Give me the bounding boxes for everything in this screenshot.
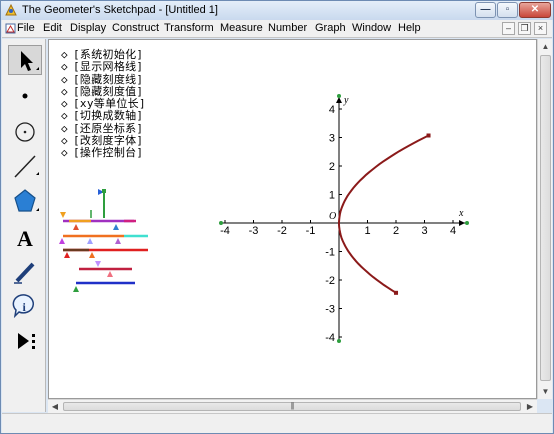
menu-window[interactable]: Window	[352, 22, 391, 34]
scroll-up-icon[interactable]: ▲	[539, 39, 552, 54]
point-tool[interactable]	[8, 81, 42, 111]
document-minimize-button[interactable]: –	[502, 22, 515, 35]
play-custom-icon	[18, 333, 35, 349]
parabola-curve[interactable]	[338, 134, 429, 294]
y-tick-label: -1	[325, 247, 335, 259]
text-tool[interactable]: A	[8, 222, 42, 252]
marker-tool[interactable]	[8, 257, 42, 287]
document-icon[interactable]	[5, 23, 16, 34]
info-icon: i	[12, 294, 34, 319]
vertical-scroll-thumb[interactable]	[540, 55, 551, 381]
menu-measure[interactable]: Measure	[220, 22, 263, 34]
menu-bar: File Edit Display Construct Transform Me…	[2, 20, 552, 38]
x-tick-label: -3	[249, 225, 259, 237]
sketchpad-app-icon	[5, 4, 17, 16]
window-title: The Geometer's Sketchpad - [Untitled 1]	[22, 4, 218, 16]
minimize-icon: —	[480, 4, 491, 15]
straightedge-tool[interactable]	[8, 151, 42, 181]
x-axis-arrow-icon	[459, 220, 465, 226]
title-bar[interactable]: The Geometer's Sketchpad - [Untitled 1] …	[1, 1, 553, 20]
y-tick-label: 4	[329, 104, 335, 116]
grip-icon: |||	[290, 401, 294, 410]
y-tick-label: 3	[329, 133, 335, 145]
curve-layer[interactable]	[338, 133, 431, 295]
y-tick-label: 2	[329, 161, 335, 173]
y-tick-label: 1	[329, 190, 335, 202]
coordinate-axes[interactable]: -4 -3 -2 -1 1 2 3 4 4 3 2 1 -1 -2 -3 -4 x y O	[219, 94, 469, 344]
polygon-icon	[14, 189, 39, 212]
x-tick-label: -4	[220, 225, 230, 237]
pen-icon	[14, 262, 35, 284]
point-icon	[22, 93, 28, 99]
scroll-down-icon[interactable]: ▼	[539, 384, 552, 399]
polygon-tool[interactable]	[8, 186, 42, 216]
x-tick-label: -2	[277, 225, 287, 237]
maximize-icon: ▫	[505, 4, 510, 15]
y-tick-label: -4	[325, 332, 335, 344]
svg-text:A: A	[17, 226, 33, 251]
scroll-right-icon[interactable]: ▶	[523, 400, 537, 413]
curve-end-point[interactable]	[394, 290, 399, 295]
document-restore-button[interactable]: ❐	[518, 22, 531, 35]
scroll-left-icon[interactable]: ◀	[48, 400, 62, 413]
selection-arrow-tool[interactable]	[8, 45, 42, 75]
x-axis-label: x	[458, 208, 464, 219]
horizontal-scrollbar[interactable]: ◀ ||| ▶	[48, 399, 537, 413]
compass-tool[interactable]	[8, 117, 42, 147]
close-button[interactable]: ✕	[519, 2, 551, 18]
horizontal-scroll-thumb[interactable]: |||	[63, 401, 521, 411]
x-tick-label: 2	[393, 225, 399, 237]
x-tick-label: 4	[450, 225, 456, 237]
sketch-drawing: -4 -3 -2 -1 1 2 3 4 4 3 2 1 -1 -2 -3 -4 x y O	[59, 94, 469, 344]
x-tick-label: 3	[421, 225, 427, 237]
close-icon: ✕	[530, 4, 540, 15]
circle-icon	[15, 122, 35, 142]
x-tick-label: -1	[306, 225, 316, 237]
arrow-icon	[21, 51, 39, 71]
y-axis-top-point[interactable]	[337, 94, 341, 98]
custom-tool[interactable]	[8, 326, 42, 356]
text-a-icon: A	[17, 226, 33, 251]
menu-number[interactable]: Number	[268, 22, 307, 34]
menu-construct[interactable]: Construct	[112, 22, 159, 34]
x-tick-label: 1	[364, 225, 370, 237]
maximize-button[interactable]: ▫	[497, 2, 518, 18]
y-tick-label: -2	[325, 275, 335, 287]
x-axis-right-point[interactable]	[465, 221, 469, 225]
information-tool[interactable]: i	[8, 291, 42, 321]
y-axis-label: y	[343, 95, 349, 106]
status-bar	[2, 413, 552, 433]
sketch-canvas[interactable]: ◇ [系统初始化] ◇ [显示网格线] ◇ [隐藏刻度线] ◇ [隐藏刻度值] ◇ [xy…	[48, 39, 537, 399]
vertical-scrollbar[interactable]: ▲ ▼	[537, 39, 552, 399]
app-window: The Geometer's Sketchpad - [Untitled 1] …	[0, 0, 554, 434]
y-tick-label: -3	[325, 304, 335, 316]
origin-label: O	[329, 211, 336, 222]
menu-edit[interactable]: Edit	[43, 22, 62, 34]
menu-transform[interactable]: Transform	[164, 22, 214, 34]
menu-graph[interactable]: Graph	[315, 22, 346, 34]
curve-start-point[interactable]	[426, 133, 431, 138]
document-close-button[interactable]: ×	[534, 22, 547, 35]
y-axis-bottom-point[interactable]	[337, 339, 341, 343]
line-segment-icon	[14, 155, 39, 178]
menu-help[interactable]: Help	[398, 22, 421, 34]
menu-file[interactable]: File	[17, 22, 35, 34]
toolbox: A i	[2, 39, 46, 412]
minimize-button[interactable]: —	[475, 2, 496, 18]
control-panel-widget[interactable]	[59, 189, 148, 292]
menu-display[interactable]: Display	[70, 22, 106, 34]
